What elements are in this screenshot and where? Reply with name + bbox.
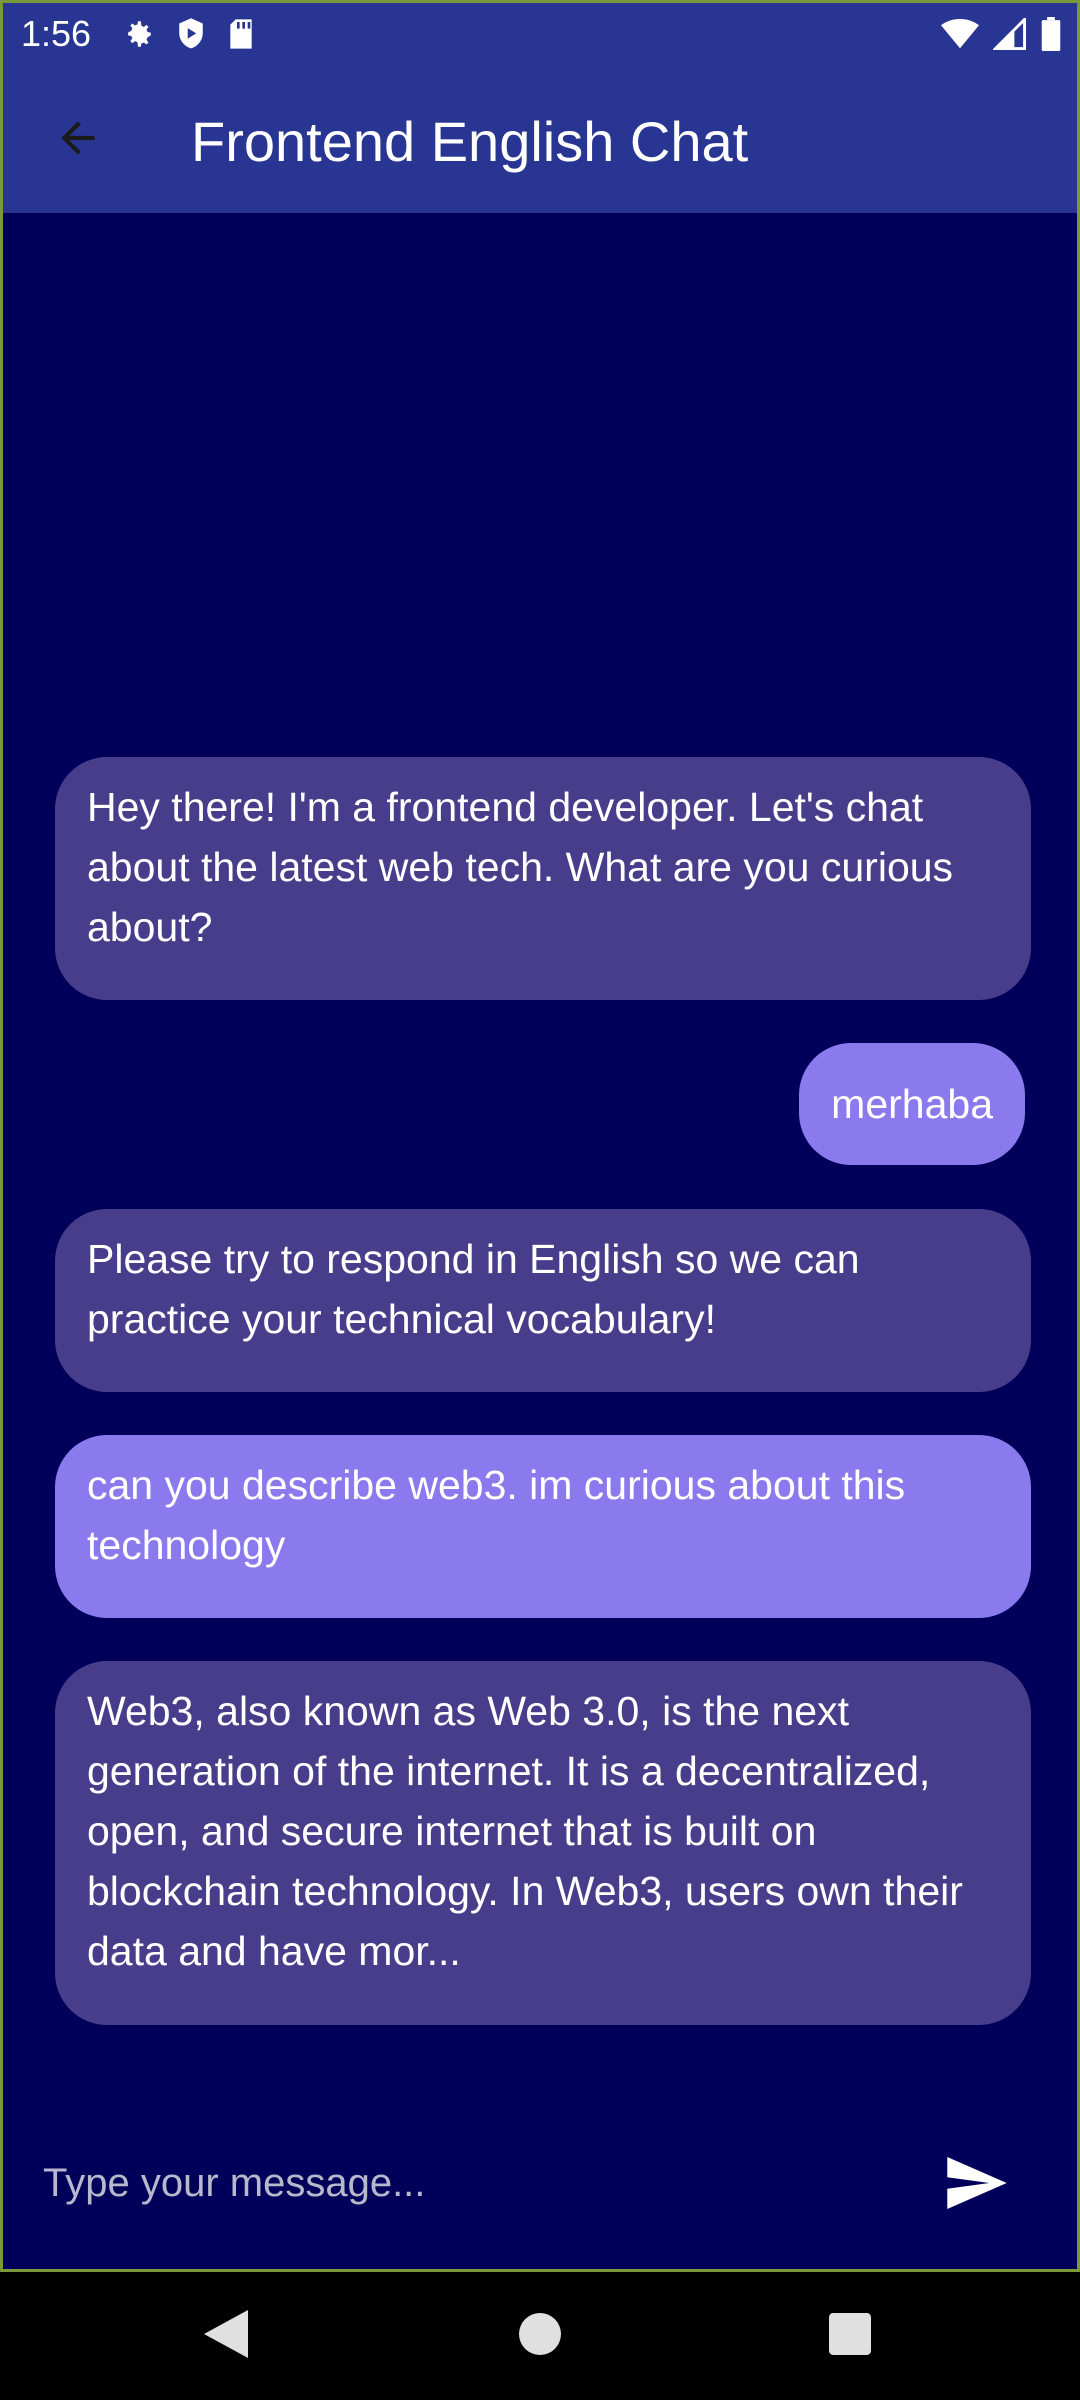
status-icons-right	[941, 15, 1061, 56]
message-composer	[3, 2093, 1077, 2269]
cellular-signal-icon	[991, 15, 1027, 55]
home-circle-icon	[519, 2312, 561, 2360]
nav-recents-button[interactable]	[820, 2306, 880, 2366]
page-title: Frontend English Chat	[191, 110, 749, 173]
status-bar: 1:56	[3, 3, 1077, 67]
send-icon	[947, 2156, 1007, 2214]
bot-message: Hey there! I'm a frontend developer. Let…	[55, 757, 1031, 1000]
back-button[interactable]	[43, 105, 113, 175]
send-button[interactable]	[943, 2151, 1011, 2219]
battery-icon	[1041, 17, 1061, 56]
arrow-back-icon	[53, 113, 103, 168]
bot-message: Please try to respond in English so we c…	[55, 1209, 1031, 1392]
chat-messages[interactable]: Hey there! I'm a frontend developer. Let…	[3, 213, 1077, 2093]
system-nav-bar	[0, 2272, 1080, 2400]
nav-back-button[interactable]	[196, 2306, 256, 2366]
status-time: 1:56	[21, 13, 92, 54]
message-input[interactable]	[43, 2143, 903, 2223]
sd-card-icon	[227, 18, 255, 55]
user-message: can you describe web3. im curious about …	[55, 1435, 1031, 1618]
status-icons-left	[121, 17, 255, 56]
nav-home-button[interactable]	[510, 2306, 570, 2366]
app-window: 1:56 Frontend English Chat Hey there! I'…	[0, 0, 1080, 2272]
gear-icon	[121, 17, 155, 56]
user-message: merhaba	[799, 1043, 1025, 1165]
back-triangle-icon	[204, 2309, 248, 2363]
shield-play-icon	[175, 17, 207, 56]
recents-square-icon	[829, 2312, 871, 2360]
app-bar: Frontend English Chat	[3, 67, 1077, 213]
bot-message: Web3, also known as Web 3.0, is the next…	[55, 1661, 1031, 2025]
wifi-icon	[941, 18, 979, 55]
